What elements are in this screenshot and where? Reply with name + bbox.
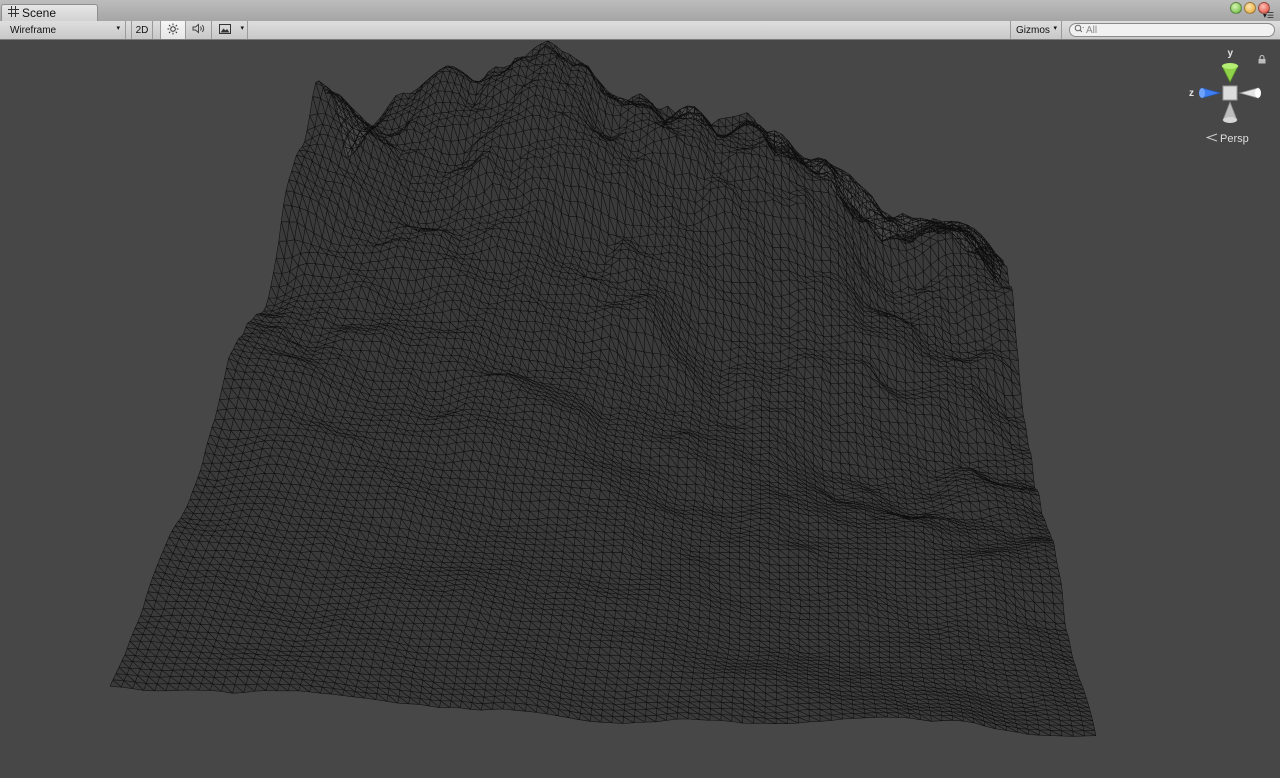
search-input[interactable] <box>1086 24 1266 36</box>
mode-2d-label: 2D <box>135 24 149 36</box>
dropdown-arrow-icon: ▾ <box>240 25 244 32</box>
gizmos-label: Gizmos <box>1016 24 1050 36</box>
scene-viewport[interactable]: y z Persp <box>0 40 1280 778</box>
mode-2d-button[interactable]: 2D <box>131 21 153 39</box>
dropdown-arrow-icon: ▾ <box>1053 25 1057 32</box>
pane-menu-icon[interactable]: ▾☰ <box>1263 12 1274 20</box>
draw-mode-dropdown[interactable]: Wireframe ▾ <box>0 21 126 39</box>
scene-toolbar: Wireframe ▾ 2D ▾ Gizmos ▾ <box>0 21 1280 40</box>
projection-label: Persp <box>1220 133 1249 145</box>
scene-grid-icon <box>8 6 19 20</box>
perspective-icon <box>1205 133 1218 145</box>
terrain-wireframe-mesh <box>109 40 1097 737</box>
lock-icon[interactable] <box>1258 51 1266 69</box>
hierarchy-search <box>1069 23 1275 37</box>
minimize-button[interactable] <box>1244 2 1256 14</box>
effects-dropdown[interactable]: ▾ <box>212 21 248 39</box>
dropdown-arrow-icon: ▾ <box>116 25 120 32</box>
image-icon <box>219 23 231 37</box>
audio-toggle[interactable] <box>186 21 212 39</box>
draw-mode-value: Wireframe <box>10 24 57 36</box>
tab-scene-label: Scene <box>22 6 57 20</box>
projection-toggle[interactable]: Persp <box>1205 133 1249 145</box>
sun-icon <box>167 23 179 38</box>
gizmo-z-label: z <box>1189 88 1194 99</box>
lighting-toggle[interactable] <box>160 21 186 39</box>
search-icon <box>1074 24 1085 36</box>
tab-scene[interactable]: Scene <box>1 4 98 21</box>
gizmos-dropdown[interactable]: Gizmos ▾ <box>1010 21 1062 39</box>
tab-strip: Scene ▾☰ <box>0 0 1280 22</box>
speaker-icon <box>192 23 206 37</box>
maximize-button[interactable] <box>1230 2 1242 14</box>
gizmo-center-cube <box>1222 85 1238 101</box>
gizmo-y-label: y <box>1228 48 1234 59</box>
